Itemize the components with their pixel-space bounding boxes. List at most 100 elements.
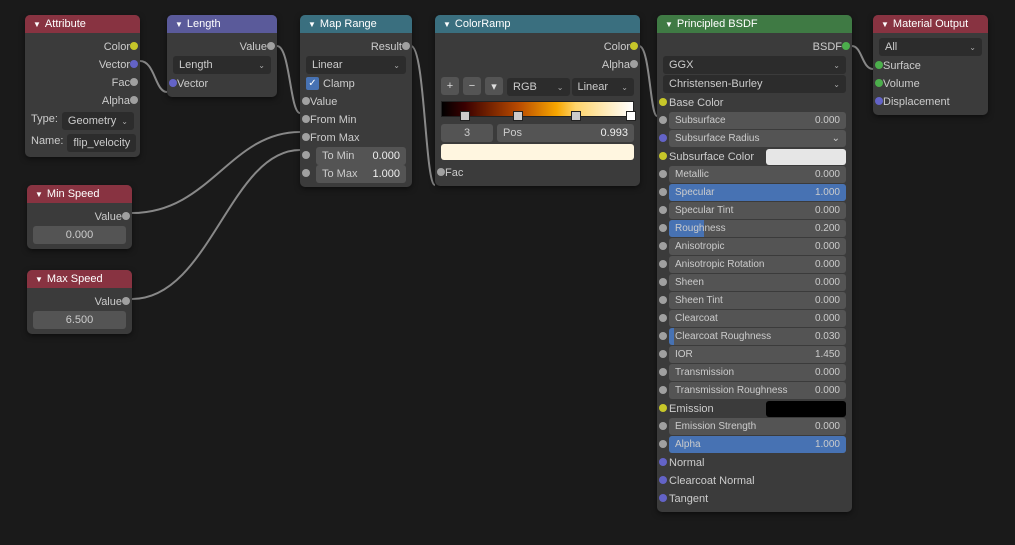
input-from-max[interactable]: From Max: [306, 129, 406, 146]
input-fac[interactable]: Fac: [441, 164, 634, 181]
bsdf-input-emission-strength[interactable]: Emission Strength0.000: [663, 418, 846, 435]
bsdf-input-clearcoat-roughness[interactable]: Clearcoat Roughness0.030: [663, 328, 846, 345]
value-slider[interactable]: Sheen0.000: [669, 274, 846, 291]
input-to-max[interactable]: To Max1.000: [306, 165, 406, 182]
node-header[interactable]: ▼Material Output: [873, 15, 988, 33]
output-value[interactable]: Value: [33, 293, 126, 310]
socket-icon[interactable]: [130, 60, 138, 68]
socket-icon[interactable]: [875, 97, 883, 105]
color-ramp[interactable]: [441, 101, 634, 117]
socket-icon[interactable]: [659, 98, 667, 106]
sss-method-dropdown[interactable]: Christensen-Burley⌄: [663, 75, 846, 93]
target-dropdown[interactable]: All⌄: [879, 38, 982, 56]
node-principled-bsdf[interactable]: ▼Principled BSDF BSDF GGX⌄ Christensen-B…: [657, 15, 852, 512]
input-from-min[interactable]: From Min: [306, 111, 406, 128]
node-length[interactable]: ▼Length Value Length⌄ Vector: [167, 15, 277, 97]
node-colorramp[interactable]: ▼ColorRamp Color Alpha + − ▾ RGB⌄ Linear…: [435, 15, 640, 186]
socket-icon[interactable]: [267, 42, 275, 50]
socket-icon[interactable]: [122, 212, 130, 220]
value-slider[interactable]: Anisotropic0.000: [669, 238, 846, 255]
socket-icon[interactable]: [659, 260, 667, 268]
socket-icon[interactable]: [302, 151, 310, 159]
value-slider[interactable]: Clearcoat0.000: [669, 310, 846, 327]
bsdf-input-emission[interactable]: Emission: [663, 400, 846, 417]
node-header[interactable]: ▼Map Range: [300, 15, 412, 33]
bsdf-input-anisotropic[interactable]: Anisotropic0.000: [663, 238, 846, 255]
node-header[interactable]: ▼Min Speed: [27, 185, 132, 203]
bsdf-input-subsurface-radius[interactable]: Subsurface Radius⌄: [663, 130, 846, 147]
clamp-checkbox[interactable]: ✓Clamp: [306, 75, 406, 92]
collapse-icon[interactable]: ▼: [665, 20, 673, 29]
socket-icon[interactable]: [659, 224, 667, 232]
socket-icon[interactable]: [437, 168, 445, 176]
bsdf-input-clearcoat-normal[interactable]: Clearcoat Normal: [663, 472, 846, 489]
bsdf-input-specular[interactable]: Specular1.000: [663, 184, 846, 201]
collapse-icon[interactable]: ▼: [33, 20, 41, 29]
bsdf-input-clearcoat[interactable]: Clearcoat0.000: [663, 310, 846, 327]
socket-icon[interactable]: [659, 458, 667, 466]
interp-dropdown[interactable]: Linear⌄: [306, 56, 406, 74]
name-input[interactable]: flip_velocity: [67, 134, 136, 152]
value-field[interactable]: Emission Strength0.000: [669, 418, 846, 435]
socket-icon[interactable]: [659, 350, 667, 358]
node-attribute[interactable]: ▼Attribute Color Vector Fac Alpha Type: …: [25, 15, 140, 157]
socket-icon[interactable]: [659, 386, 667, 394]
output-color[interactable]: Color: [31, 38, 134, 55]
value-slider[interactable]: Subsurface0.000: [669, 112, 846, 129]
type-dropdown[interactable]: Geometry⌄: [62, 112, 134, 130]
socket-icon[interactable]: [842, 42, 850, 50]
value-field[interactable]: 0.000: [33, 226, 126, 244]
socket-icon[interactable]: [659, 314, 667, 322]
output-color[interactable]: Color: [441, 38, 634, 55]
socket-icon[interactable]: [659, 188, 667, 196]
collapse-icon[interactable]: ▼: [308, 20, 316, 29]
value-field[interactable]: IOR1.450: [669, 346, 846, 363]
value-slider[interactable]: Metallic0.000: [669, 166, 846, 183]
node-max-speed[interactable]: ▼Max Speed Value 6.500: [27, 270, 132, 334]
color-swatch[interactable]: [766, 149, 846, 165]
socket-icon[interactable]: [659, 134, 667, 142]
socket-icon[interactable]: [875, 79, 883, 87]
ramp-stop[interactable]: [571, 111, 581, 121]
socket-icon[interactable]: [659, 422, 667, 430]
bsdf-input-metallic[interactable]: Metallic0.000: [663, 166, 846, 183]
bsdf-input-alpha[interactable]: Alpha1.000: [663, 436, 846, 453]
bsdf-input-tangent[interactable]: Tangent: [663, 490, 846, 507]
node-material-output[interactable]: ▼Material Output All⌄ Surface Volume Dis…: [873, 15, 988, 115]
input-value[interactable]: Value: [306, 93, 406, 110]
color-swatch[interactable]: [766, 401, 846, 417]
node-header[interactable]: ▼Principled BSDF: [657, 15, 852, 33]
socket-icon[interactable]: [630, 42, 638, 50]
socket-icon[interactable]: [130, 42, 138, 50]
output-value[interactable]: Value: [173, 38, 271, 55]
value-slider[interactable]: Anisotropic Rotation0.000: [669, 256, 846, 273]
socket-icon[interactable]: [659, 476, 667, 484]
value-slider[interactable]: Specular Tint0.000: [669, 202, 846, 219]
input-displacement[interactable]: Displacement: [879, 93, 982, 110]
value-slider[interactable]: Sheen Tint0.000: [669, 292, 846, 309]
stop-index-field[interactable]: 3: [441, 124, 493, 142]
input-volume[interactable]: Volume: [879, 75, 982, 92]
collapse-icon[interactable]: ▼: [443, 20, 451, 29]
socket-icon[interactable]: [169, 79, 177, 87]
colormode-dropdown[interactable]: RGB⌄: [507, 78, 570, 96]
node-min-speed[interactable]: ▼Min Speed Value 0.000: [27, 185, 132, 249]
output-alpha[interactable]: Alpha: [31, 92, 134, 109]
checkbox-icon[interactable]: ✓: [306, 77, 319, 90]
collapse-icon[interactable]: ▼: [35, 190, 43, 199]
value-field[interactable]: 6.500: [33, 311, 126, 329]
value-slider[interactable]: Transmission Roughness0.000: [669, 382, 846, 399]
bsdf-input-anisotropic-rotation[interactable]: Anisotropic Rotation0.000: [663, 256, 846, 273]
socket-icon[interactable]: [659, 116, 667, 124]
output-result[interactable]: Result: [306, 38, 406, 55]
operation-dropdown[interactable]: Length⌄: [173, 56, 271, 74]
bsdf-input-sheen[interactable]: Sheen0.000: [663, 274, 846, 291]
input-vector[interactable]: Vector: [173, 75, 271, 92]
output-bsdf[interactable]: BSDF: [663, 38, 846, 55]
output-value[interactable]: Value: [33, 208, 126, 225]
node-map-range[interactable]: ▼Map Range Result Linear⌄ ✓Clamp Value F…: [300, 15, 412, 187]
socket-icon[interactable]: [659, 332, 667, 340]
stop-position-field[interactable]: Pos0.993: [497, 124, 634, 142]
socket-icon[interactable]: [659, 368, 667, 376]
socket-icon[interactable]: [659, 206, 667, 214]
